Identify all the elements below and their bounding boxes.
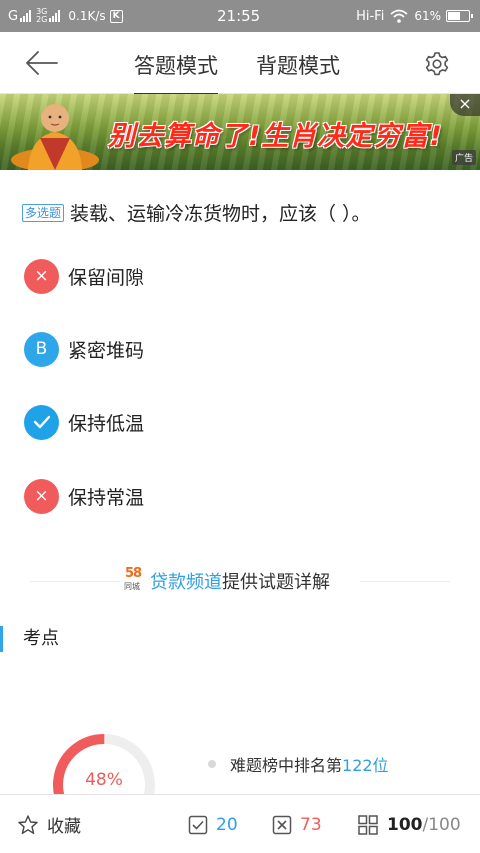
wifi-label: Hi-Fi	[356, 8, 385, 24]
clock: 21:55	[217, 7, 261, 25]
option-label: 保持常温	[68, 486, 145, 509]
carrier-label: G	[8, 8, 19, 24]
correct-count-button[interactable]: 20	[188, 795, 238, 853]
wrong-count-button[interactable]: 73	[272, 795, 322, 853]
status-bar: G 3G 2G 0.1K/s K 21:55 Hi-Fi 61%	[0, 0, 480, 32]
battery-percent: 61%	[414, 9, 441, 23]
back-arrow-icon[interactable]	[24, 48, 60, 78]
rank-value: 122位	[342, 756, 389, 775]
bullet-dot	[208, 760, 216, 768]
progress-button[interactable]: 100/100	[357, 795, 461, 853]
gear-icon[interactable]	[424, 51, 450, 77]
checkbox-icon	[188, 815, 208, 834]
network-2g-label: 2G	[36, 15, 48, 24]
check-icon	[24, 404, 59, 440]
provider-text: 提供试题详解	[222, 572, 330, 593]
provider-link[interactable]: 贷款频道	[150, 568, 222, 594]
header: 答题模式 背题模式	[0, 32, 480, 95]
ad-banner[interactable]: 别去算命了!生肖决定穷富! × 广告	[0, 94, 480, 170]
wrong-count: 73	[300, 814, 322, 835]
option-b-marker: B	[24, 331, 59, 367]
signal-group: G 3G 2G 0.1K/s K	[8, 0, 123, 32]
ad-close-button[interactable]: ×	[450, 94, 480, 116]
divider-left	[30, 581, 120, 582]
progress-current: 100	[387, 814, 423, 835]
bottom-bar: 收藏 20 73 100/100	[0, 794, 480, 853]
option-label: 保留间隙	[68, 266, 145, 289]
rank-label: 难题榜中排名第	[230, 756, 343, 775]
58-logo-icon: 58 同城	[124, 567, 146, 595]
logo-subtext: 同城	[124, 582, 140, 591]
option-a[interactable]: × 保留间隙	[24, 258, 424, 294]
battery-icon	[446, 10, 473, 22]
ad-slogan: 别去算命了!生肖决定穷富!	[108, 121, 443, 152]
section-title: 考点	[0, 626, 59, 652]
divider-right	[360, 581, 450, 582]
k-app-icon: K	[109, 9, 123, 23]
star-icon	[18, 814, 38, 834]
logo-number: 58	[125, 566, 142, 581]
signal-icon-2	[49, 10, 61, 22]
correct-count: 20	[216, 814, 238, 835]
tab-recite-mode[interactable]: 背题模式	[256, 50, 340, 80]
wifi-icon	[390, 9, 408, 23]
network-type: 3G 2G	[36, 8, 47, 24]
x-box-icon	[272, 815, 292, 834]
signal-icon	[20, 10, 32, 22]
question: 多选题 装载、运输冷冻货物时，应该（ ）。	[22, 200, 462, 228]
wrong-icon: ×	[24, 478, 59, 514]
tab-answer-mode[interactable]: 答题模式	[134, 50, 218, 95]
battery-fill	[448, 12, 460, 20]
option-d[interactable]: × 保持常温	[24, 478, 424, 514]
grid-icon	[358, 814, 378, 835]
monk-image	[11, 104, 99, 170]
net-speed: 0.1K/s	[68, 9, 106, 23]
progress-total: 100	[428, 814, 461, 835]
question-text: 装载、运输冷冻货物时，应该（ ）。	[70, 203, 371, 225]
option-b[interactable]: B 紧密堆码	[24, 331, 424, 367]
question-type-badge: 多选题	[22, 204, 65, 222]
accuracy-percent: 48%	[85, 770, 123, 790]
wrong-icon: ×	[24, 258, 59, 294]
status-right: Hi-Fi 61%	[356, 0, 473, 32]
option-label: 保持低温	[68, 412, 145, 435]
favorite-button[interactable]: 收藏	[17, 795, 81, 853]
provider-row: 58 同城 贷款频道 提供试题详解	[0, 565, 480, 597]
favorite-label: 收藏	[47, 817, 81, 837]
rank-row: 难题榜中排名第 122位	[208, 752, 389, 776]
provider-content: 58 同城 贷款频道 提供试题详解	[124, 565, 330, 597]
option-label: 紧密堆码	[68, 339, 145, 362]
ad-tag: 广告	[451, 150, 476, 165]
option-c[interactable]: 保持低温	[24, 404, 424, 440]
